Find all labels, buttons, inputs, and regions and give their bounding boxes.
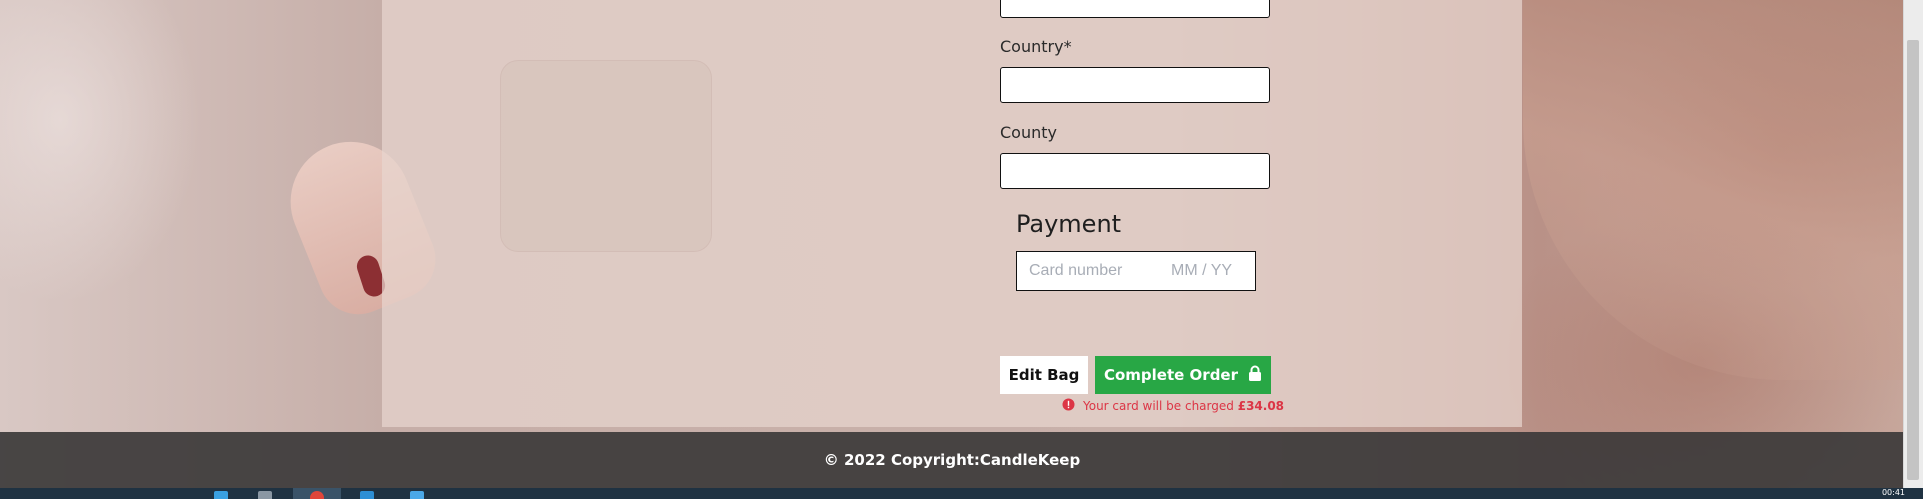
taskbar-app-icon[interactable] [214, 491, 228, 499]
edit-bag-label: Edit Bag [1008, 366, 1080, 384]
card-number-input[interactable]: Card number [1029, 262, 1171, 280]
edit-bag-button[interactable]: Edit Bag [1000, 356, 1088, 394]
taskbar-app-icon[interactable] [258, 491, 272, 499]
taskbar-app-icon[interactable] [410, 491, 424, 499]
os-taskbar: 00:41 [0, 488, 1923, 499]
background-person-shape [1523, 0, 1903, 380]
lock-icon [1248, 365, 1262, 385]
copyright-text: © 2022 Copyright:CandleKeep [823, 451, 1081, 469]
browser-icon [310, 491, 324, 499]
complete-order-button[interactable]: Complete Order [1095, 356, 1271, 394]
exclamation-circle-icon [1062, 398, 1075, 414]
taskbar-clock: 00:41 [1881, 488, 1905, 497]
site-footer: © 2022 Copyright:CandleKeep [0, 432, 1904, 488]
payment-heading: Payment [1016, 210, 1122, 238]
charge-notice: Your card will be charged £34.08 [1062, 398, 1284, 414]
country-label: Country* [1000, 37, 1072, 56]
complete-order-label: Complete Order [1103, 366, 1239, 384]
card-element[interactable]: Card number MM / YY [1016, 251, 1256, 291]
scrollbar-thumb[interactable] [1907, 40, 1919, 480]
charge-text: Your card will be charged [1083, 399, 1234, 413]
page-scrollbar[interactable] [1903, 0, 1923, 488]
charge-amount: £34.08 [1237, 399, 1285, 413]
taskbar-app-icon[interactable] [360, 491, 374, 499]
card-expiry-input[interactable]: MM / YY [1171, 262, 1232, 280]
background-candle [500, 60, 712, 252]
town-city-field[interactable] [1000, 0, 1270, 18]
county-label: County [1000, 123, 1057, 142]
checkout-page: Country* County Payment Card number MM /… [0, 0, 1923, 499]
checkout-panel [382, 0, 1522, 427]
country-field[interactable] [1000, 67, 1270, 103]
county-field[interactable] [1000, 153, 1270, 189]
taskbar-active-app[interactable] [293, 488, 341, 499]
